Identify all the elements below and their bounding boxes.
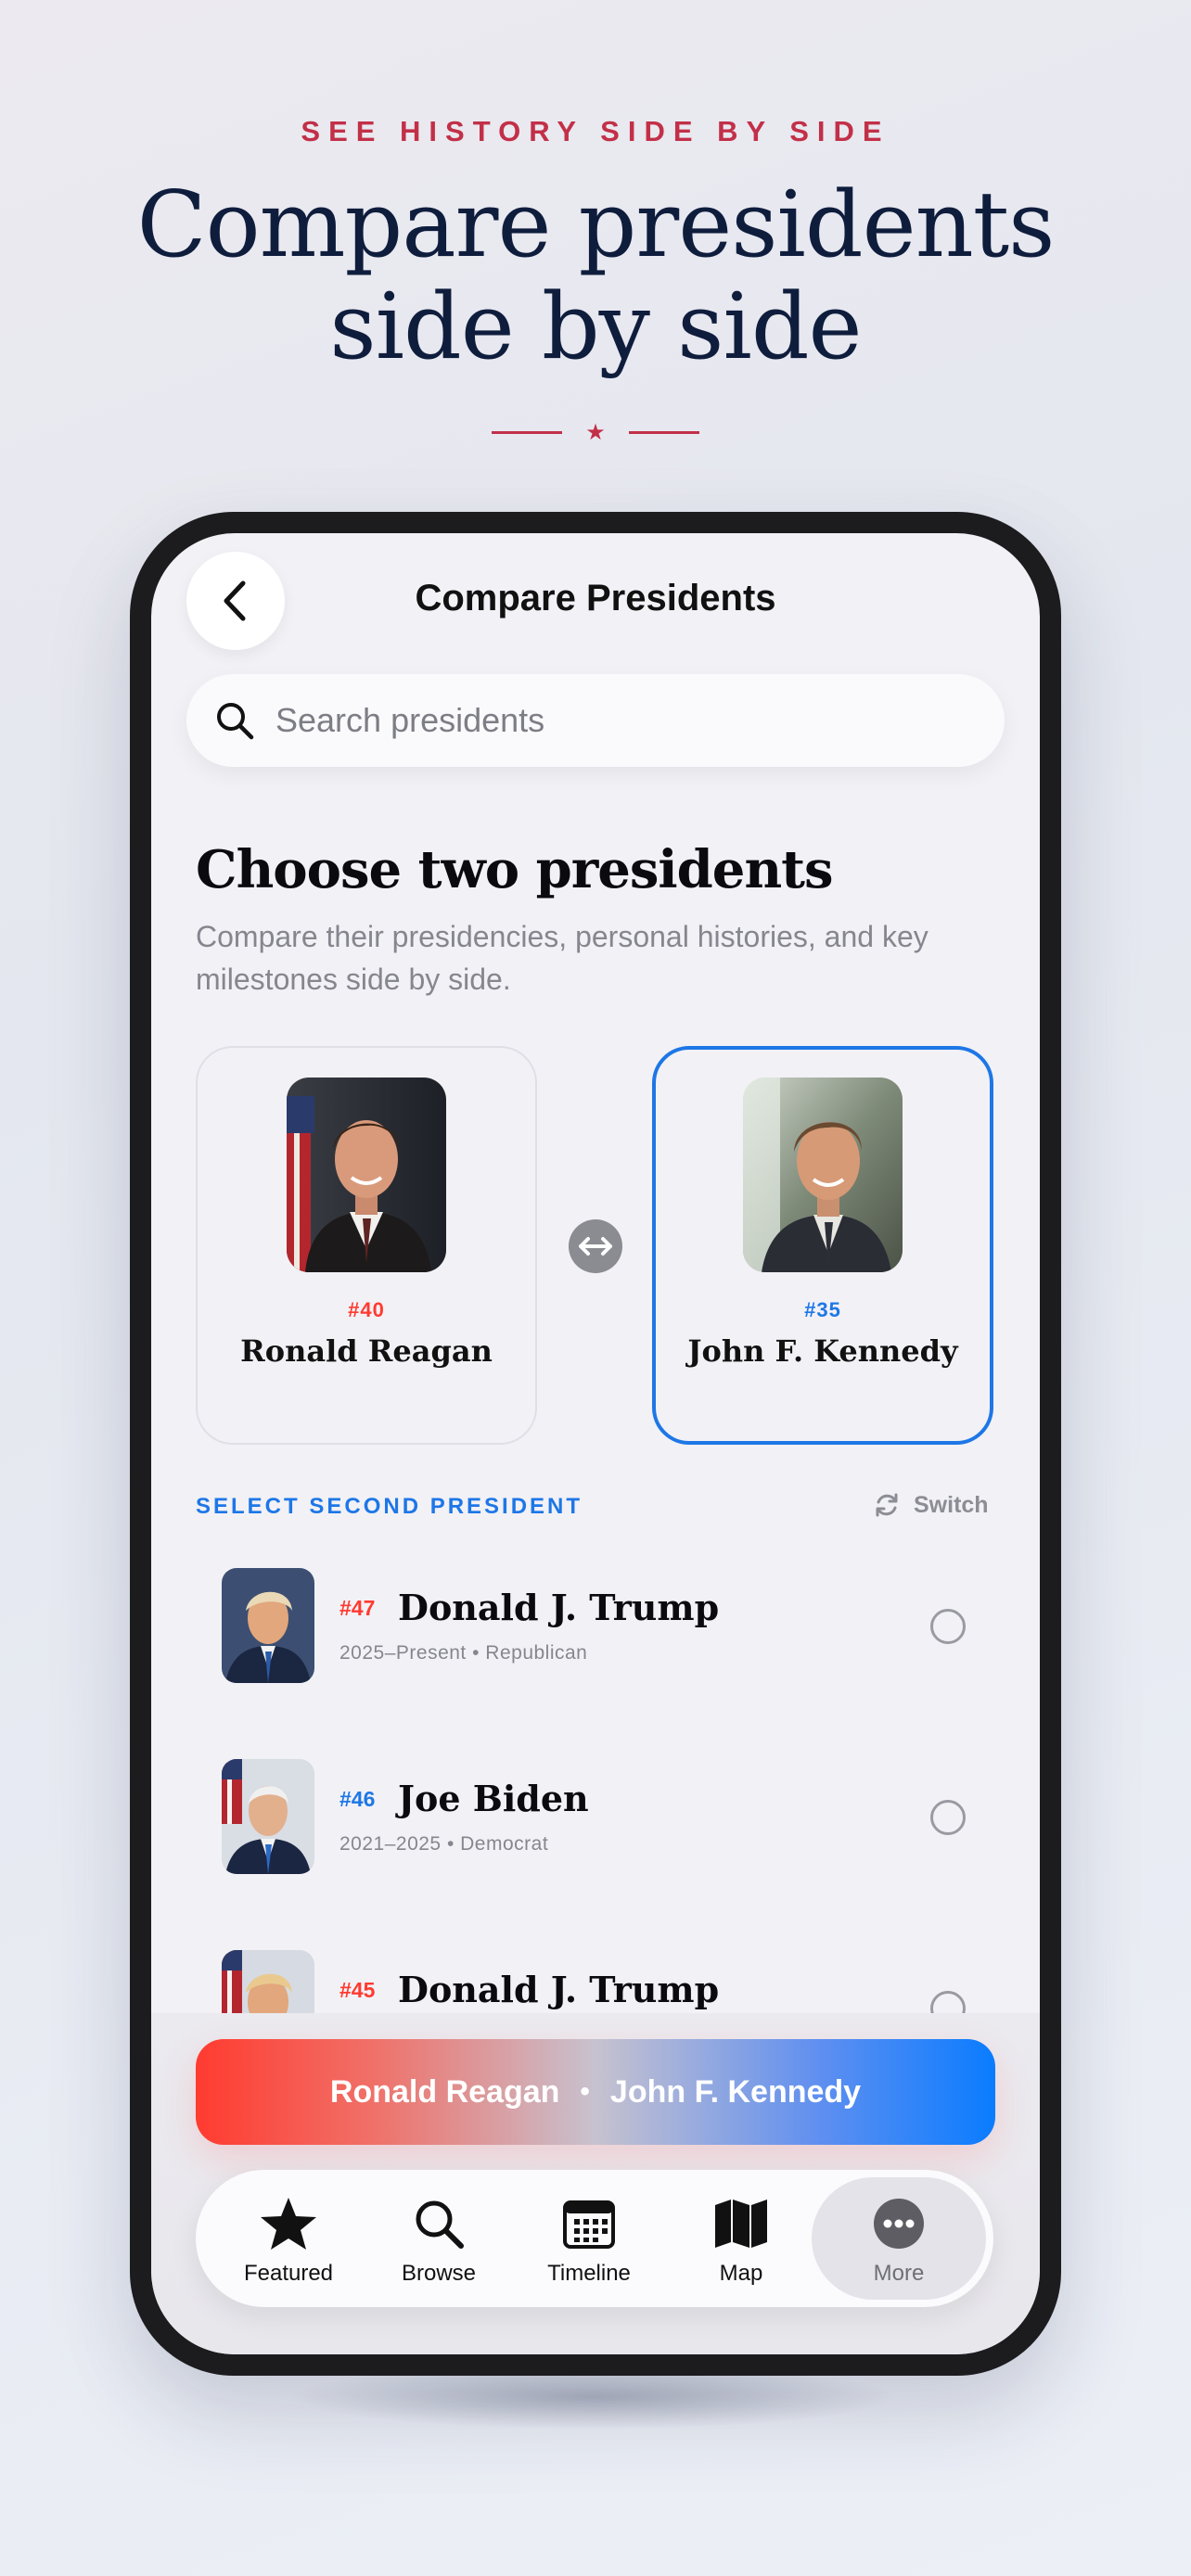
compare-right-name: John F. Kennedy [609, 2073, 862, 2110]
star-icon [261, 2198, 316, 2250]
swap-arrows-icon [579, 1237, 612, 1256]
tab-timeline[interactable]: Timeline [515, 2170, 663, 2307]
compare-button[interactable]: Ronald Reagan • John F. Kennedy [196, 2039, 995, 2145]
app-screen: Compare Presidents Choose two presidents… [151, 533, 1040, 2354]
promo-title-line-2: side by side [329, 274, 862, 380]
radio-button[interactable] [930, 1609, 966, 1644]
promo-divider: ★ [492, 415, 699, 449]
refresh-icon [876, 1493, 898, 1517]
tab-label: Timeline [547, 2261, 631, 2286]
section-subtitle: Compare their presidencies, personal his… [196, 920, 928, 996]
president-thumbnail [222, 1568, 314, 1683]
divider-line-left [492, 430, 562, 434]
president-number: #45 [339, 1978, 376, 2002]
radio-button[interactable] [930, 1800, 966, 1835]
list-label: SELECT SECOND PRESIDENT [196, 1494, 583, 1519]
section-heading: Choose two presidents [196, 839, 834, 900]
swap-button[interactable] [569, 1219, 622, 1273]
first-president-card[interactable]: #40 Ronald Reagan [196, 1046, 537, 1445]
president-name: Joe Biden [398, 1778, 589, 1819]
phone-frame: Compare Presidents Choose two presidents… [130, 512, 1061, 2376]
map-icon [715, 2200, 767, 2248]
calendar-icon [563, 2200, 615, 2249]
tab-browse[interactable]: Browse [365, 2170, 513, 2307]
president-meta: 2021–2025 • Democrat [339, 1833, 549, 1855]
list-item[interactable]: #46 Joe Biden 2021–2025 • Democrat [196, 1759, 995, 1898]
tab-label: Map [719, 2261, 763, 2286]
search-input[interactable] [275, 701, 925, 740]
compare-left-name: Ronald Reagan [329, 2073, 560, 2110]
second-president-card[interactable]: #35 John F. Kennedy [652, 1046, 993, 1445]
compare-separator: • [580, 2076, 590, 2107]
switch-button[interactable]: Switch [873, 1488, 989, 1522]
search-bar[interactable] [186, 674, 1005, 767]
president-name: Donald J. Trump [398, 1587, 720, 1628]
president-name: Ronald Reagan [240, 1333, 493, 1369]
president-name: Donald J. Trump [398, 1969, 720, 2010]
more-icon [874, 2199, 924, 2249]
tab-more[interactable]: More [812, 2177, 986, 2300]
president-portrait [743, 1078, 903, 1272]
star-icon: ★ [585, 419, 606, 445]
president-number: #35 [804, 1298, 841, 1321]
promo-title-line-1: Compare presidents [136, 172, 1056, 278]
promo-kicker: SEE HISTORY SIDE BY SIDE [301, 115, 890, 147]
search-icon [416, 2200, 464, 2249]
president-name: John F. Kennedy [687, 1333, 958, 1369]
nav-title: Compare Presidents [415, 578, 776, 618]
tab-map[interactable]: Map [667, 2170, 815, 2307]
search-icon [217, 703, 254, 740]
list-item[interactable]: #47 Donald J. Trump 2025–Present • Repub… [196, 1568, 995, 1707]
president-number: #47 [339, 1596, 376, 1620]
president-portrait [287, 1078, 446, 1272]
tab-bar: Featured Browse Timeline Map More [196, 2170, 993, 2307]
switch-label: Switch [914, 1491, 989, 1518]
tab-label: More [873, 2261, 925, 2286]
tab-featured[interactable]: Featured [214, 2170, 363, 2307]
promo-title: Compare presidents side by side [0, 174, 1191, 378]
president-number: #46 [339, 1787, 376, 1811]
president-meta: 2025–Present • Republican [339, 1642, 588, 1664]
tab-label: Browse [401, 2261, 477, 2286]
divider-line-right [628, 430, 699, 434]
president-thumbnail [222, 1759, 314, 1874]
tab-label: Featured [243, 2261, 334, 2286]
president-number: #40 [348, 1298, 385, 1321]
